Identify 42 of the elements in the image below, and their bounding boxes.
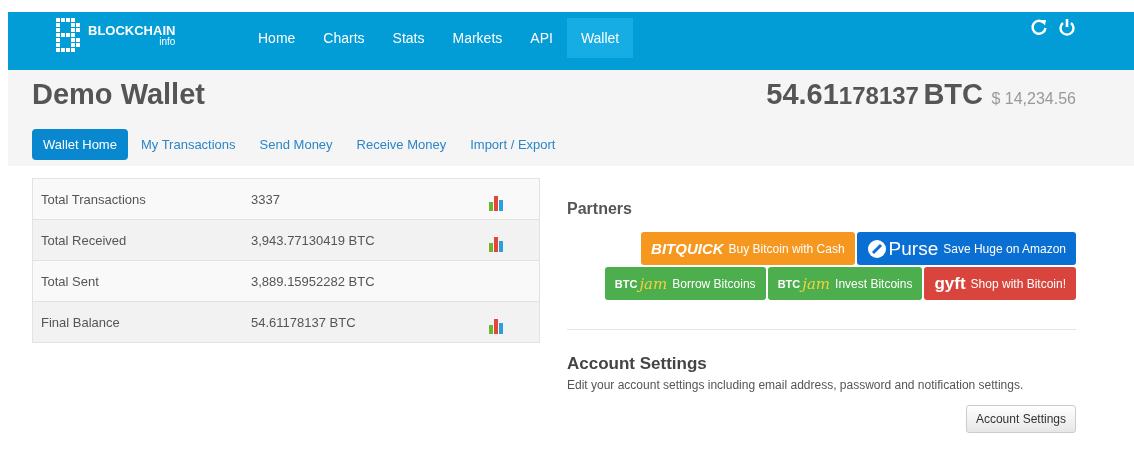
- table-cell-text: 3,889.15952282 BTC: [251, 273, 376, 289]
- nav-link[interactable]: Home: [244, 18, 310, 58]
- balance-unit: BTC: [923, 78, 983, 110]
- bar-chart-icon[interactable]: [489, 318, 503, 334]
- table-cell-text: Total Sent: [40, 273, 100, 289]
- logo-icon: [56, 18, 82, 52]
- fiat-balance: $ 14,234.56: [991, 90, 1076, 107]
- wallet-tab[interactable]: Receive Money: [345, 129, 458, 160]
- nav-link[interactable]: Charts: [309, 18, 379, 58]
- table-cell-text: Total Transactions: [40, 191, 147, 207]
- table-cell-text: Final Balance: [40, 314, 121, 330]
- partner-button[interactable]: BTCjam Invest Bitcoins: [767, 267, 923, 300]
- nav-link[interactable]: Stats: [378, 18, 439, 58]
- section-heading: Account Settings: [567, 354, 708, 374]
- table-cell-text: Total Received: [40, 232, 128, 248]
- table-cell-text: 3337: [251, 191, 281, 207]
- balance-amount: 54.61: [766, 78, 839, 110]
- wallet-tab[interactable]: Wallet Home: [32, 129, 128, 160]
- circle-logo-icon: [866, 238, 887, 259]
- partner-button[interactable]: BITQUICK Buy Bitcoin with Cash: [641, 232, 855, 265]
- wallet-tab[interactable]: Import / Export: [459, 129, 567, 160]
- brand-name: BLOCKCHAIN: [88, 23, 176, 37]
- wallet-tab[interactable]: My Transactions: [129, 129, 247, 160]
- partner-button[interactable]: BTCjam Borrow Bitcoins: [604, 267, 766, 300]
- power-icon[interactable]: [1058, 18, 1076, 37]
- section-description: Edit your account settings including email address, password and notification settings.: [567, 378, 1025, 392]
- account-settings-button[interactable]: Account Settings: [965, 405, 1076, 433]
- partner-button[interactable]: Purse Save Huge on Amazon: [856, 232, 1076, 265]
- brand-subtitle: info: [159, 36, 176, 47]
- section-heading: Partners: [567, 200, 633, 218]
- nav-link[interactable]: Wallet: [566, 18, 634, 58]
- balance-decimals: 178137: [838, 82, 919, 109]
- bar-chart-icon[interactable]: [489, 236, 503, 252]
- refresh-icon[interactable]: [1030, 18, 1048, 36]
- bar-chart-icon[interactable]: [489, 195, 503, 211]
- page-title: Demo Wallet: [32, 78, 205, 111]
- table-cell-text: 54.61178137 BTC: [251, 314, 357, 330]
- nav-link[interactable]: API: [516, 18, 567, 58]
- nav-link[interactable]: Markets: [438, 18, 517, 58]
- wallet-tab[interactable]: Send Money: [248, 129, 344, 160]
- table-cell-text: 3,943.77130419 BTC: [251, 232, 376, 248]
- partner-button[interactable]: gyft Shop with Bitcoin!: [924, 267, 1076, 300]
